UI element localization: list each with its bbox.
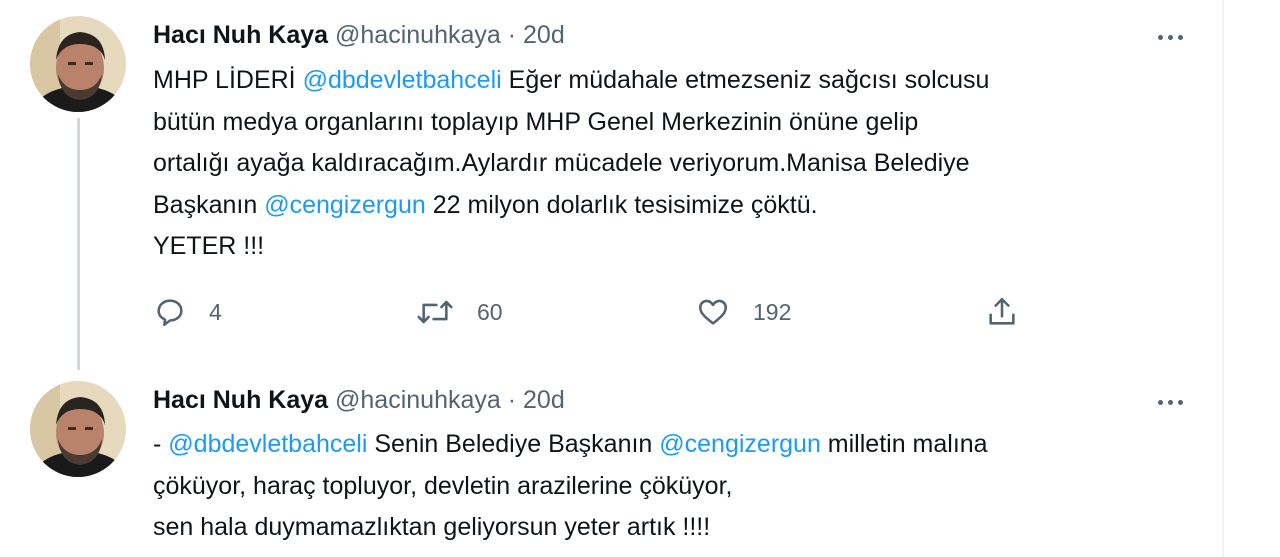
text-segment: bütün medya organlarını toplayıp MHP Gen… [153,107,919,136]
share-icon [985,295,1019,329]
more-icon[interactable] [1150,389,1190,415]
mention-link[interactable]: @cengizergun [264,191,426,219]
mention-link[interactable]: @dbdevletbahceli [168,430,367,458]
text-segment: milletin malına [820,430,988,458]
tweet-text-line: bütün medya organlarını toplayıp MHP Gen… [153,102,989,144]
text-segment: Senin Belediye Başkanın [367,430,660,458]
tweet-text-line: Başkanın @cengizergun 22 milyon dolarlık… [153,185,989,227]
text-segment: YETER !!! [153,232,265,260]
text-segment: çöküyor, haraç topluyor, devletin arazil… [153,471,733,500]
avatar[interactable] [30,381,126,477]
timeline-border [1222,0,1224,557]
retweet-count: 60 [477,298,503,325]
author-handle[interactable]: @hacinuhkaya [335,386,501,414]
tweet-text-line: MHP LİDERİ @dbdevletbahceli Eğer müdahal… [153,60,989,102]
author-name[interactable]: Hacı Nuh Kaya [153,386,328,414]
timestamp[interactable]: 20d [523,386,565,414]
timestamp[interactable]: 20d [523,21,565,49]
tweet-text-line: çöküyor, haraç topluyor, devletin arazil… [153,466,988,508]
text-segment: - [153,430,169,458]
tweet-text: MHP LİDERİ @dbdevletbahceli Eğer müdahal… [153,60,989,268]
like-count: 192 [753,298,792,325]
text-segment: Eğer müdahale etmezseniz sağcısı solcusu [501,66,990,94]
reply-icon [153,295,187,329]
like-button[interactable]: 192 [695,290,791,334]
tweet-header: Hacı Nuh Kaya @hacinuhkaya · 20d [153,383,565,417]
author-handle[interactable]: @hacinuhkaya [335,21,501,49]
tweet-text-line: - @dbdevletbahceli Senin Belediye Başkan… [153,424,988,466]
tweet-text-line: YETER !!! [153,226,989,268]
tweet-text: - @dbdevletbahceli Senin Belediye Başkan… [153,424,988,549]
text-segment: MHP LİDERİ [153,66,303,94]
reply-count: 4 [209,298,222,325]
tweet[interactable]: Hacı Nuh Kaya @hacinuhkaya · 20d MHP LİD… [0,0,1222,370]
text-segment: 22 milyon dolarlık tesisimize çöktü. [425,190,818,219]
heart-icon [695,295,731,329]
mention-link[interactable]: @cengizergun [659,430,821,458]
tweet-text-line: ortalığı ayağa kaldıracağım.Aylardır müc… [153,143,989,185]
more-icon[interactable] [1150,24,1190,50]
tweet[interactable]: Hacı Nuh Kaya @hacinuhkaya · 20d - @dbde… [0,365,1222,557]
tweet-text-line: sen hala duymamazlıktan geliyorsun yeter… [153,507,988,549]
retweet-button[interactable]: 60 [415,290,503,334]
tweet-actions: 4 60 192 [153,290,1053,334]
retweet-icon [415,295,455,329]
thread-line [77,118,80,370]
text-segment: sen hala duymamazlıktan geliyorsun yeter… [153,513,711,541]
share-button[interactable] [985,290,1019,334]
separator-dot: · [507,386,517,414]
author-name[interactable]: Hacı Nuh Kaya [153,21,328,49]
tweet-header: Hacı Nuh Kaya @hacinuhkaya · 20d [153,18,565,52]
mention-link[interactable]: @dbdevletbahceli [303,66,502,94]
text-segment: Başkanın [153,190,265,219]
avatar[interactable] [30,16,126,112]
reply-button[interactable]: 4 [153,290,222,334]
separator-dot: · [507,21,517,49]
text-segment: ortalığı ayağa kaldıracağım.Aylardır müc… [153,149,970,177]
